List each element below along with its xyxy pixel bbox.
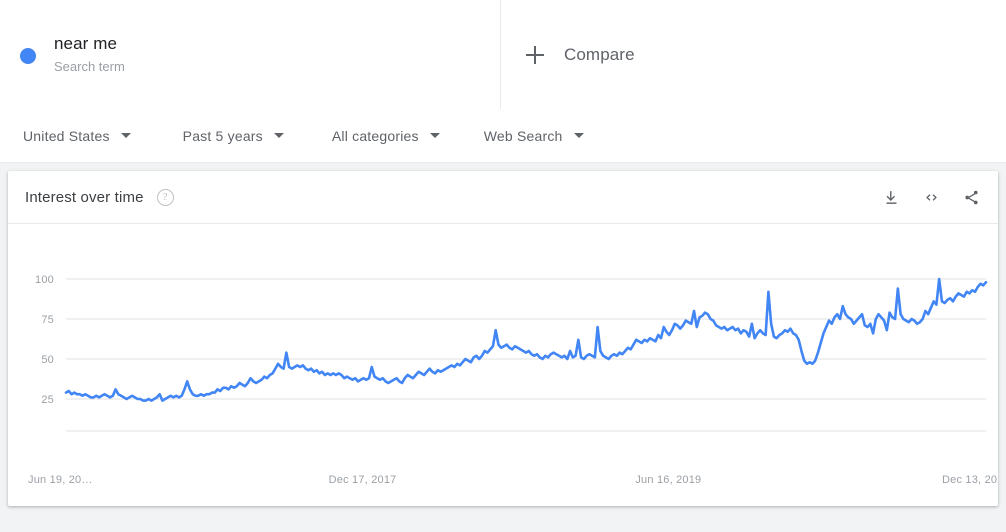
x-axis-labels: Jun 19, 20… Dec 17, 2017 Jun 16, 2019 Dec 1… bbox=[8, 466, 998, 490]
filter-category-label: All categories bbox=[331, 127, 419, 144]
chart-actions bbox=[883, 189, 980, 206]
y-axis-tick: 50 bbox=[41, 354, 54, 366]
x-axis-tick: Dec 13, 2020 bbox=[942, 474, 998, 486]
search-term-text: near me Search term bbox=[54, 33, 125, 77]
trend-line bbox=[64, 277, 988, 402]
chart-card-wrapper: Interest over time ? 25 50 75 100 Jun 19… bbox=[0, 163, 1006, 514]
filter-bar: United States Past 5 years All categorie… bbox=[0, 109, 1006, 163]
filter-location-label: United States bbox=[23, 127, 110, 144]
embed-code-icon[interactable] bbox=[922, 189, 941, 206]
chart-title: Interest over time bbox=[25, 188, 144, 206]
filter-location[interactable]: United States bbox=[23, 109, 131, 163]
chevron-down-icon bbox=[120, 133, 131, 138]
x-axis-tick: Jun 16, 2019 bbox=[635, 474, 702, 486]
filter-search-type-label: Web Search bbox=[483, 127, 563, 144]
chart-title-group: Interest over time ? bbox=[25, 188, 174, 206]
search-term-bar: near me Search term Compare bbox=[0, 0, 1006, 109]
x-axis-tick: Dec 17, 2017 bbox=[328, 474, 397, 486]
compare-button[interactable]: Compare bbox=[501, 0, 1006, 109]
y-axis-tick: 100 bbox=[35, 274, 54, 286]
compare-label: Compare bbox=[564, 44, 635, 64]
chart-svg: 25 50 75 100 bbox=[35, 274, 988, 432]
series-color-dot bbox=[20, 47, 36, 64]
x-axis-tick: Jun 19, 20… bbox=[28, 474, 93, 486]
chevron-down-icon bbox=[273, 133, 284, 138]
share-icon[interactable] bbox=[963, 189, 980, 206]
help-icon[interactable]: ? bbox=[156, 188, 174, 206]
interest-over-time-card: Interest over time ? 25 50 75 100 Jun 19… bbox=[8, 171, 998, 506]
download-icon[interactable] bbox=[883, 189, 900, 206]
chart-card-header: Interest over time ? bbox=[8, 171, 998, 224]
y-axis-tick: 25 bbox=[41, 394, 54, 406]
interest-over-time-plot[interactable]: 25 50 75 100 Jun 19, 20… Dec 17, 2017 Jun 16,… bbox=[8, 224, 998, 505]
search-term-title: near me bbox=[54, 33, 118, 53]
chevron-down-icon bbox=[573, 133, 584, 138]
chevron-down-icon bbox=[429, 133, 440, 138]
filter-search-type[interactable]: Web Search bbox=[484, 109, 584, 163]
y-axis-tick: 75 bbox=[41, 314, 54, 326]
filter-time-range[interactable]: Past 5 years bbox=[183, 109, 284, 163]
search-term-card[interactable]: near me Search term bbox=[0, 0, 501, 109]
filter-time-range-label: Past 5 years bbox=[182, 127, 263, 144]
search-term-subtitle: Search term bbox=[54, 58, 125, 74]
filter-category[interactable]: All categories bbox=[332, 109, 440, 163]
plus-icon bbox=[526, 45, 544, 64]
